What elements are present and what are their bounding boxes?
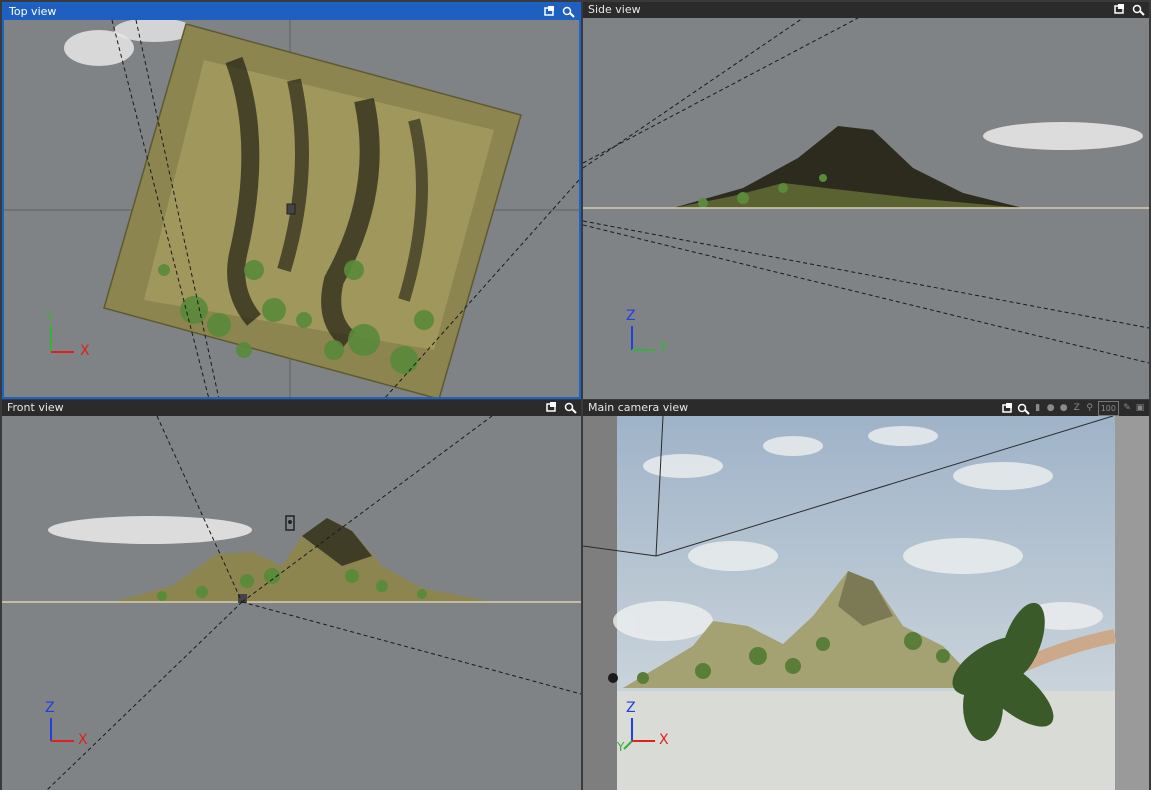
side-axis-z-label: Z xyxy=(626,308,636,324)
side-view-pane[interactable]: Side view Z Y xyxy=(583,2,1149,399)
maximize-view-icon[interactable] xyxy=(1113,3,1126,16)
top-view-titlebar: Top view xyxy=(4,4,579,20)
front-view-titlebar: Front view xyxy=(2,400,581,416)
maximize-view-icon[interactable] xyxy=(545,401,558,414)
camera-viewport[interactable]: Z X Y xyxy=(583,416,1149,790)
z-axis-icon[interactable]: Z xyxy=(1072,402,1082,415)
camera-view-titlebar: Main camera view ▮ ● ● Z ⚲ 100 ✎ ▣ xyxy=(583,400,1149,416)
top-viewport[interactable]: Y X xyxy=(4,20,579,397)
camera-options-icon[interactable] xyxy=(1017,402,1030,415)
zoom-level-label[interactable]: 100 xyxy=(1097,401,1119,416)
camera-toolbar: ▮ ● ● Z ⚲ 100 ✎ ▣ xyxy=(1001,401,1145,416)
pencil-icon[interactable]: ✎ xyxy=(1122,402,1132,415)
camera-options-icon[interactable] xyxy=(562,5,575,18)
maximize-view-icon[interactable] xyxy=(543,5,556,18)
camera-axis-z-label: Z xyxy=(626,700,636,716)
top-view-scene xyxy=(4,20,579,397)
side-viewport[interactable]: Z Y xyxy=(583,18,1149,399)
camera-options-icon[interactable] xyxy=(1132,3,1145,16)
top-axis-y-label: Y xyxy=(46,310,54,324)
side-axis-y-label: Y xyxy=(659,340,668,356)
front-view-title: Front view xyxy=(7,401,64,414)
side-view-titlebar: Side view xyxy=(583,2,1149,18)
front-viewport[interactable]: Z X xyxy=(2,416,581,790)
top-view-title: Top view xyxy=(9,5,57,18)
save-icon[interactable]: ▣ xyxy=(1135,402,1145,415)
front-axis-x-label: X xyxy=(78,732,88,748)
camera-options-icon[interactable] xyxy=(564,401,577,414)
front-axis-z-label: Z xyxy=(45,700,55,716)
render-region-icon[interactable]: ▮ xyxy=(1033,402,1043,415)
dot-icon[interactable]: ● xyxy=(1059,402,1069,415)
camera-view-title: Main camera view xyxy=(588,401,689,414)
top-axis-x-label: X xyxy=(80,343,90,359)
camera-view-pane[interactable]: Main camera view ▮ ● ● Z ⚲ 100 ✎ ▣ Z X Y xyxy=(583,400,1149,790)
front-view-scene xyxy=(2,416,581,790)
camera-axis-y-label: Y xyxy=(617,740,625,754)
top-view-pane[interactable]: Top view Y X xyxy=(2,2,581,399)
front-view-pane[interactable]: Front view Z X xyxy=(2,400,581,790)
side-view-title: Side view xyxy=(588,3,641,16)
dot-icon[interactable]: ● xyxy=(1046,402,1056,415)
camera-axis-x-label: X xyxy=(659,732,669,748)
magnify-icon[interactable]: ⚲ xyxy=(1085,402,1095,415)
maximize-view-icon[interactable] xyxy=(1001,402,1014,415)
